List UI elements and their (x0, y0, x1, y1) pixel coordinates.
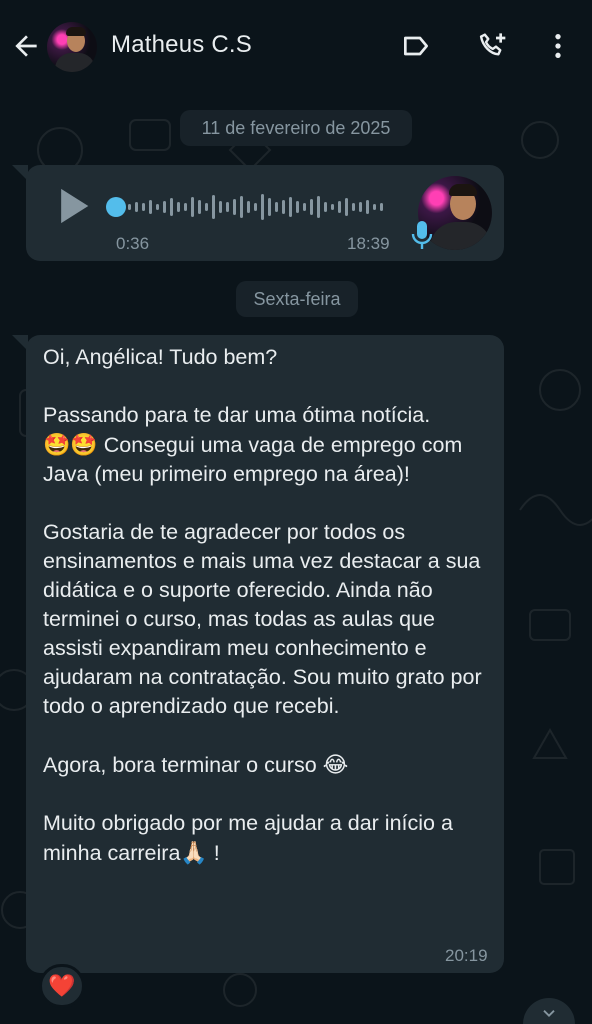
waveform-bar (275, 202, 278, 212)
chevron-down-icon (543, 1010, 555, 1017)
play-icon[interactable] (56, 186, 92, 226)
laughing-emoji: 😂 (322, 752, 349, 777)
waveform-bar (247, 201, 250, 213)
arrow-back-icon[interactable] (10, 30, 42, 62)
message-timestamp: 20:19 (445, 946, 488, 965)
praying-hands-emoji: 🙏🏻 (180, 840, 208, 865)
heart-reaction[interactable]: ❤️ (39, 964, 85, 1008)
message-text-span: Muito obrigado por me ajudar a dar iníci… (43, 811, 453, 865)
waveform-bar (352, 203, 355, 211)
waveform-bar (212, 195, 215, 219)
add-call-icon[interactable] (476, 30, 508, 62)
waveform-bar (149, 200, 152, 214)
waveform-bar (170, 198, 173, 216)
message-paragraph: Muito obrigado por me ajudar a dar iníci… (43, 809, 495, 868)
message-greeting: Oi, Angélica! Tudo bem? (43, 345, 278, 369)
label-icon[interactable] (400, 30, 432, 62)
waveform-bar (268, 198, 271, 216)
mic-icon (411, 221, 433, 249)
message-paragraph: Agora, bora terminar o curso 😂 (43, 750, 495, 780)
waveform-bar (303, 203, 306, 211)
day-separator: Sexta-feira (236, 281, 358, 317)
waveform-bar (177, 202, 180, 212)
waveform-bar (310, 199, 313, 215)
chat-screen: Matheus C.S 11 de fevereiro de 2025 0:36… (0, 0, 592, 1024)
contact-avatar[interactable] (47, 22, 97, 72)
message-text-span: Agora, bora terminar o curso (43, 753, 323, 777)
waveform-bar (317, 196, 320, 218)
message-text-span: ! (207, 841, 220, 865)
waveform-bar (128, 204, 131, 210)
waveform-bar (380, 203, 383, 211)
waveform-bar (254, 203, 257, 211)
waveform-bar (338, 201, 341, 213)
waveform-bar (373, 204, 376, 210)
waveform-bar (163, 201, 166, 213)
star-struck-emoji: 🤩🤩 (43, 432, 98, 457)
waveform-bar (226, 202, 229, 212)
message-timestamp: 18:39 (347, 234, 390, 253)
waveform-bar (282, 200, 285, 214)
more-vert-icon[interactable] (542, 30, 574, 62)
contact-name[interactable]: Matheus C.S (111, 31, 252, 59)
voice-duration: 0:36 (116, 234, 150, 253)
date-separator: 11 de fevereiro de 2025 (180, 110, 412, 146)
waveform-bar (156, 204, 159, 210)
waveform-bar (345, 198, 348, 216)
waveform-bar (359, 202, 362, 212)
message-paragraph: Gostaria de te agradecer por todos os en… (43, 520, 482, 718)
waveform-bar (261, 194, 264, 220)
message-text-span: Passando para te dar uma ótima notícia. (43, 403, 431, 427)
playback-slider-thumb[interactable] (106, 197, 126, 217)
chat-header: Matheus C.S (0, 0, 592, 90)
waveform-bar (205, 203, 208, 211)
waveform-bar (240, 196, 243, 218)
waveform-bar (331, 204, 334, 210)
waveform-bar (296, 201, 299, 213)
waveform-bar (289, 197, 292, 217)
message-text-span: Consegui uma vaga de emprego com Java (m… (43, 433, 463, 486)
waveform-bar (135, 202, 138, 212)
voice-waveform[interactable] (128, 190, 390, 224)
waveform-bar (184, 203, 187, 211)
message-text[interactable]: Oi, Angélica! Tudo bem? Passando para te… (43, 343, 495, 868)
waveform-bar (142, 203, 145, 211)
waveform-bar (324, 202, 327, 212)
waveform-bar (366, 200, 369, 214)
waveform-bar (198, 200, 201, 214)
waveform-bar (233, 199, 236, 215)
message-paragraph: Passando para te dar uma ótima notícia. 🤩… (43, 401, 495, 489)
waveform-bar (219, 201, 222, 213)
waveform-bar (191, 197, 194, 217)
